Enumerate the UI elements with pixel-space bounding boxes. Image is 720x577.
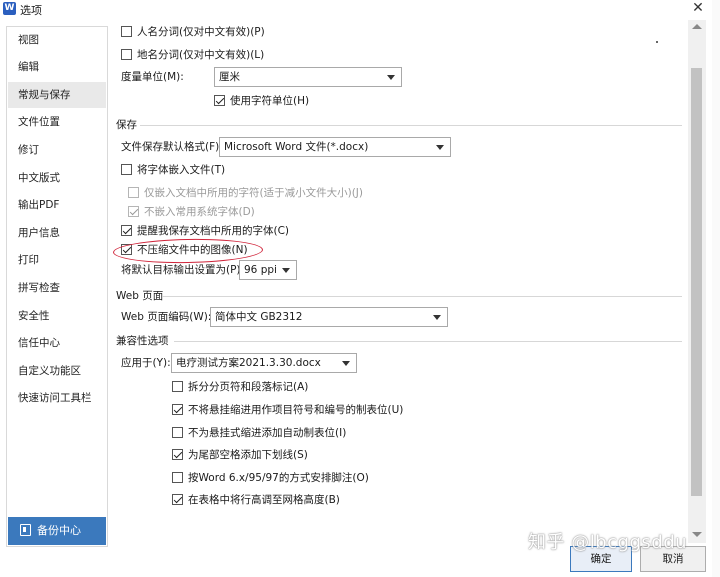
compat-section-title: 兼容性选项 [116,335,169,347]
sidebar-item-quick-access[interactable]: 快速访问工具栏 [8,385,106,411]
sidebar-item-edit[interactable]: 编辑 [8,54,106,80]
save-section-title: 保存 [116,119,137,131]
unit-label: 度量单位(M): [121,71,184,83]
sidebar-item-file-location[interactable]: 文件位置 [8,109,106,135]
compat-option[interactable]: 为尾部空格添加下划线(S) [172,446,308,464]
place-segment-checkbox[interactable] [121,49,132,60]
compat-option[interactable]: 不将悬挂缩进用作项目符号和编号的制表位(U) [172,401,403,419]
no-system-fonts-option: 不嵌入常用系统字体(D) [128,203,255,221]
embed-fonts-checkbox[interactable] [121,164,132,175]
format-label: 文件保存默认格式(F): [121,141,223,153]
chevron-down-icon [282,268,290,273]
scrollbar-thumb[interactable] [691,68,702,496]
compat-option[interactable]: 按Word 6.x/95/97的方式安排脚注(O) [172,469,369,487]
compat-option[interactable]: 在表格中将行高调至网格高度(B) [172,491,340,509]
wps-writer-icon: W [3,2,16,15]
vertical-scrollbar[interactable] [688,20,706,543]
remind-fonts-option[interactable]: 提醒我保存文档中所用的字体(C) [121,222,289,240]
sidebar-item-output-pdf[interactable]: 输出PDF [8,192,106,218]
embed-used-only-option: 仅嵌入文档中所用的字符(适于减小文件大小)(J) [128,184,363,202]
backup-center-label: 备份中心 [37,524,81,537]
sidebar-item-security[interactable]: 安全性 [8,303,106,329]
format-dropdown[interactable]: Microsoft Word 文件(*.docx) [219,137,451,157]
options-sidebar: 视图 编辑 常规与保存 文件位置 修订 中文版式 输出PDF 用户信息 打印 拼… [6,26,108,547]
name-segment-option[interactable]: 人名分词(仅对中文有效)(P) [121,23,265,41]
sidebar-item-trust-center[interactable]: 信任中心 [8,330,106,356]
target-output-label: 将默认目标输出设置为(P): [121,264,245,276]
web-encoding-label: Web 页面编码(W): [121,311,212,323]
compat-checkbox[interactable] [172,472,183,483]
sidebar-item-user-info[interactable]: 用户信息 [8,220,106,246]
sidebar-item-general-save[interactable]: 常规与保存 [8,82,106,108]
background-window-edge [712,0,720,577]
target-output-dropdown[interactable]: 96 ppi [239,260,297,280]
no-system-fonts-checkbox [128,206,139,217]
apply-to-dropdown[interactable]: 电疗测试方案2021.3.30.docx [171,353,357,373]
backup-center-button[interactable]: 备份中心 [8,517,106,545]
sidebar-item-chinese-layout[interactable]: 中文版式 [8,165,106,191]
save-divider [140,125,682,126]
title-bar: W 选项 ✕ [0,0,720,17]
compat-option[interactable]: 拆分分页符和段落标记(A) [172,378,308,396]
char-unit-option[interactable]: 使用字符单位(H) [214,92,309,110]
sidebar-item-spell-check[interactable]: 拼写检查 [8,275,106,301]
watermark: 知乎 @lbcggsddu [528,532,688,553]
compat-divider [174,341,682,342]
place-segment-option[interactable]: 地名分词(仅对中文有效)(L) [121,46,264,64]
web-divider [162,296,682,297]
compat-checkbox[interactable] [172,404,183,415]
chevron-down-icon [387,75,395,80]
unit-dropdown[interactable]: 厘米 [214,67,402,87]
compat-checkbox[interactable] [172,494,183,505]
window-title: 选项 [20,4,42,17]
sidebar-item-print[interactable]: 打印 [8,247,106,273]
compat-option[interactable]: 不为悬挂式缩进添加自动制表位(I) [172,424,346,442]
char-unit-checkbox[interactable] [214,95,225,106]
sidebar-item-revision[interactable]: 修订 [8,137,106,163]
sidebar-item-view[interactable]: 视图 [8,27,106,53]
close-icon[interactable]: ✕ [688,0,708,17]
name-segment-checkbox[interactable] [121,26,132,37]
chevron-down-icon [342,361,350,366]
backup-icon [20,524,31,536]
web-section-title: Web 页面 [116,290,164,302]
compat-checkbox[interactable] [172,381,183,392]
remind-fonts-checkbox[interactable] [121,225,132,236]
stray-dot [656,41,658,43]
scroll-up-icon[interactable] [692,24,702,29]
apply-to-label: 应用于(Y): [121,357,171,369]
chevron-down-icon [436,145,444,150]
embed-fonts-option[interactable]: 将字体嵌入文件(T) [121,161,225,179]
sidebar-item-customize-ribbon[interactable]: 自定义功能区 [8,358,106,384]
chevron-down-icon [433,315,441,320]
options-panel: 人名分词(仅对中文有效)(P) 地名分词(仅对中文有效)(L) 度量单位(M):… [110,20,706,543]
embed-used-only-checkbox [128,187,139,198]
scroll-down-icon[interactable] [692,532,702,537]
web-encoding-dropdown[interactable]: 简体中文 GB2312 [210,307,448,327]
compat-checkbox[interactable] [172,449,183,460]
compat-checkbox[interactable] [172,427,183,438]
